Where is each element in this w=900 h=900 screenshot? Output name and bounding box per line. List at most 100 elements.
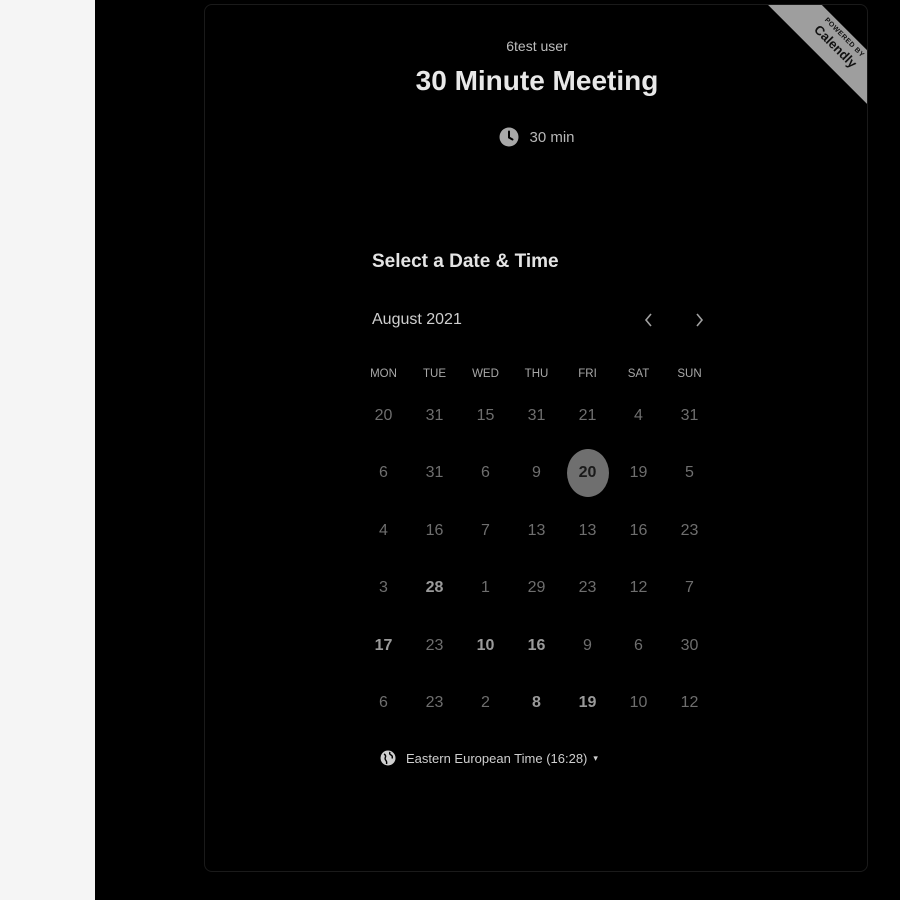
day-number: 23 — [425, 636, 444, 654]
calendar-day[interactable]: 16 — [511, 617, 562, 675]
day-number: 9 — [532, 464, 541, 482]
day-number: 6 — [481, 464, 490, 482]
calendar-day: 7 — [460, 502, 511, 560]
previous-month-button[interactable] — [634, 305, 664, 335]
calendar-day: 6 — [358, 675, 409, 733]
day-number: 12 — [629, 579, 648, 597]
caret-down-icon: ▾ — [593, 752, 598, 763]
day-number: 5 — [685, 464, 694, 482]
day-number: 16 — [527, 636, 546, 654]
day-number: 13 — [578, 521, 597, 539]
day-number: 20 — [374, 406, 393, 424]
month-label: August 2021 — [372, 311, 462, 328]
event-title: 30 Minute Meeting — [415, 65, 659, 96]
calendar-day: 30 — [664, 617, 715, 675]
next-month-button[interactable] — [684, 305, 714, 335]
calendar-day: 6 — [460, 445, 511, 503]
day-number: 4 — [379, 521, 388, 539]
weekday-label: FRI — [578, 368, 597, 380]
weekday-label: SUN — [677, 368, 702, 380]
weekday-label: MON — [370, 368, 397, 380]
day-number: 29 — [527, 579, 546, 597]
calendar-day[interactable]: 19 — [562, 675, 613, 733]
day-number: 21 — [578, 406, 597, 424]
day-number: 4 — [634, 406, 643, 424]
calendar-day: 23 — [562, 560, 613, 618]
calendar-day[interactable]: 17 — [358, 617, 409, 675]
day-number: 10 — [629, 694, 648, 712]
calendar-day: 9 — [511, 445, 562, 503]
weekday-label: SAT — [627, 368, 650, 380]
chevron-right-icon — [696, 313, 704, 327]
calendar-day: 5 — [664, 445, 715, 503]
globe-icon — [380, 750, 396, 766]
calendar-day: 19 — [613, 445, 664, 503]
day-number: 31 — [680, 406, 699, 424]
day-number: 30 — [680, 636, 699, 654]
day-number: 9 — [583, 636, 592, 654]
day-number: 31 — [425, 464, 444, 482]
day-number: 8 — [532, 694, 541, 712]
select-date-heading: Select a Date & Time — [372, 251, 559, 272]
day-number: 16 — [629, 521, 648, 539]
day-number: 13 — [527, 521, 546, 539]
clock-icon — [499, 127, 519, 147]
calendar-day: 6 — [613, 617, 664, 675]
calendar-day: 4 — [358, 502, 409, 560]
day-number: 10 — [476, 636, 495, 654]
calendar-day[interactable]: 10 — [460, 617, 511, 675]
calendar-day: 16 — [613, 502, 664, 560]
calendar-days-grid: 20 31 15 31 21 4 31 6 31 6 9 20 19 5 4 16 7 13 13 16 23 3 28 1 2… — [358, 387, 715, 732]
calendar-day: 4 — [613, 387, 664, 445]
timezone-selector[interactable]: Eastern European Time (16:28) ▾ — [380, 750, 598, 766]
calendar-day: 31 — [409, 445, 460, 503]
calendar-day[interactable]: 8 — [511, 675, 562, 733]
calendar-day: 31 — [409, 387, 460, 445]
weekday-header: MON TUE WED THU FRI SAT SUN — [358, 368, 715, 380]
day-number: 1 — [481, 579, 490, 597]
day-number: 31 — [425, 406, 444, 424]
calendar-day: 1 — [460, 560, 511, 618]
calendar-day: 23 — [409, 617, 460, 675]
day-number: 20 — [566, 449, 609, 498]
day-number: 6 — [634, 636, 643, 654]
weekday-label: TUE — [423, 368, 446, 380]
powered-by-ribbon[interactable]: POWERED BY Calendly — [753, 5, 867, 119]
weekday-label: WED — [472, 368, 499, 380]
calendar-day: 20 — [358, 387, 409, 445]
calendar-day: 6 — [358, 445, 409, 503]
day-number: 7 — [481, 521, 490, 539]
day-number: 23 — [680, 521, 699, 539]
weekday-label: THU — [524, 368, 549, 380]
left-panel — [0, 0, 95, 900]
day-number: 23 — [578, 579, 597, 597]
day-number: 31 — [527, 406, 546, 424]
calendar-day[interactable]: 28 — [409, 560, 460, 618]
day-number: 23 — [425, 694, 444, 712]
calendar-day: 12 — [664, 675, 715, 733]
calendar-day: 13 — [511, 502, 562, 560]
timezone-label: Eastern European Time (16:28) — [406, 750, 588, 766]
event-duration: 30 min — [205, 127, 867, 147]
day-number: 19 — [629, 464, 648, 482]
day-number: 15 — [476, 406, 495, 424]
selected-day[interactable]: 20 — [562, 445, 613, 503]
day-number: 3 — [379, 579, 388, 597]
day-number: 17 — [374, 636, 393, 654]
day-number: 7 — [685, 579, 694, 597]
day-number: 12 — [680, 694, 699, 712]
calendar-day: 29 — [511, 560, 562, 618]
host-name: 6test user — [506, 38, 568, 54]
day-number: 28 — [425, 579, 444, 597]
calendar-day: 21 — [562, 387, 613, 445]
powered-by-badge[interactable]: POWERED BY Calendly — [762, 5, 867, 119]
calendar-day: 12 — [613, 560, 664, 618]
chevron-left-icon — [644, 313, 652, 327]
calendar-day: 23 — [664, 502, 715, 560]
day-number: 19 — [578, 694, 597, 712]
day-number: 6 — [379, 464, 388, 482]
calendar-day: 31 — [664, 387, 715, 445]
calendar-day: 31 — [511, 387, 562, 445]
day-number: 16 — [425, 521, 444, 539]
day-number: 6 — [379, 694, 388, 712]
